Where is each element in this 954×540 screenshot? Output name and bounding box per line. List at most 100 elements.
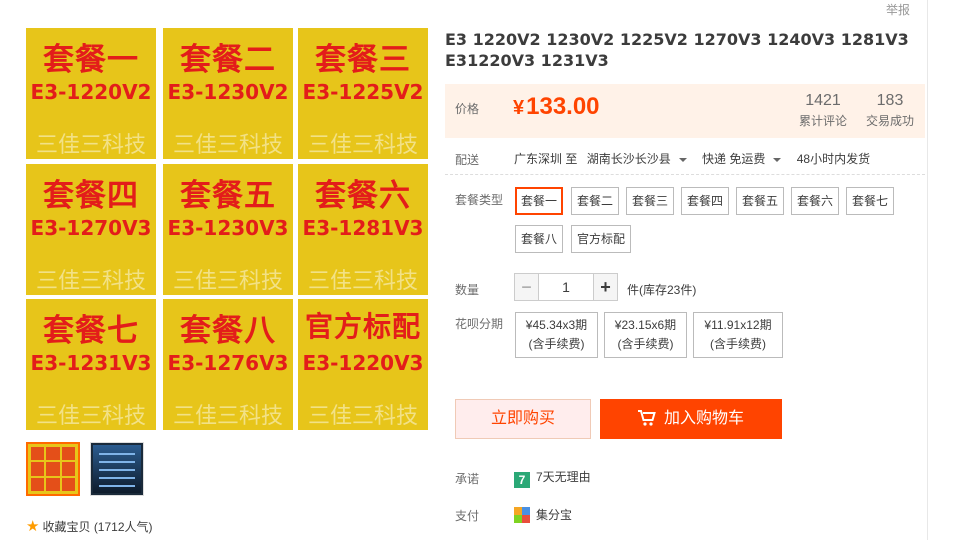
package-tile: 套餐八 E3-1276V3 三佳三科技 bbox=[163, 299, 293, 430]
thumbnail-image bbox=[31, 447, 75, 491]
tile-package-name: 套餐七 bbox=[43, 313, 139, 349]
price-amount: 133.00 bbox=[526, 93, 600, 120]
tile-brand: 三佳三科技 bbox=[172, 133, 283, 158]
deals-count: 183 bbox=[876, 92, 904, 109]
ship-method: 快递 免运费 bbox=[702, 152, 766, 166]
package-tile: 套餐六 E3-1281V3 三佳三科技 bbox=[298, 164, 428, 295]
sku-option[interactable]: 套餐六 bbox=[791, 187, 840, 215]
installment-option[interactable]: ¥45.34x3期 (含手续费) bbox=[515, 312, 598, 358]
ship-method-selector[interactable]: 快递 免运费 bbox=[702, 152, 787, 166]
ship-to-selector[interactable]: 湖南长沙长沙县 bbox=[587, 152, 693, 166]
package-tile: 套餐三 E3-1225V2 三佳三科技 bbox=[298, 28, 428, 159]
sku-option[interactable]: 套餐四 bbox=[681, 187, 730, 215]
stock-text: 件(库存23件) bbox=[627, 283, 697, 297]
tile-package-name: 套餐三 bbox=[315, 42, 411, 78]
report-link[interactable]: 举报 bbox=[886, 1, 910, 18]
favorite-label: 收藏宝贝 bbox=[42, 520, 91, 534]
deals-label: 交易成功 bbox=[866, 114, 915, 128]
reviews-count: 1421 bbox=[805, 92, 841, 109]
tile-brand: 三佳三科技 bbox=[307, 133, 418, 158]
tile-model: E3-1230V3 bbox=[167, 216, 289, 240]
ship-to: 湖南长沙长沙县 bbox=[586, 152, 671, 166]
promise-text: 7天无理由 bbox=[536, 470, 591, 484]
star-icon: ★ bbox=[26, 518, 40, 535]
package-tile: 套餐一 E3-1220V2 三佳三科技 bbox=[26, 28, 156, 159]
price-label: 价格 bbox=[455, 102, 480, 116]
tile-package-name: 套餐二 bbox=[180, 42, 276, 78]
sku-option[interactable]: 套餐八 bbox=[515, 225, 564, 253]
installment-amount: ¥11.91x12期 bbox=[704, 318, 772, 332]
tile-model: E3-1276V3 bbox=[167, 351, 289, 375]
tile-model: E3-1220V2 bbox=[30, 80, 152, 104]
tile-brand: 三佳三科技 bbox=[172, 269, 283, 294]
promise-label: 承诺 bbox=[455, 472, 480, 486]
tile-package-name: 套餐八 bbox=[180, 313, 276, 349]
add-to-cart-button[interactable]: 加入购物车 bbox=[600, 399, 782, 439]
installment-amount: ¥23.15x6期 bbox=[614, 318, 677, 332]
tile-model: E3-1220V3 bbox=[302, 351, 424, 375]
quantity-label: 数量 bbox=[455, 283, 480, 297]
price-value: ¥133.00 bbox=[513, 93, 600, 121]
sku-option[interactable]: 套餐三 bbox=[626, 187, 675, 215]
tile-package-name: 官方标配 bbox=[304, 310, 421, 343]
chevron-down-icon bbox=[773, 157, 782, 162]
installment-option[interactable]: ¥11.91x12期 (含手续费) bbox=[693, 312, 783, 358]
tile-brand: 三佳三科技 bbox=[35, 133, 146, 158]
payment-text: 集分宝 bbox=[536, 508, 573, 522]
quantity-stepper: − + bbox=[514, 273, 618, 301]
sku-label: 套餐类型 bbox=[455, 193, 504, 207]
sku-option[interactable]: 套餐一 bbox=[515, 187, 564, 215]
buy-now-button[interactable]: 立即购买 bbox=[455, 399, 591, 439]
package-tile: 套餐二 E3-1230V2 三佳三科技 bbox=[163, 28, 293, 159]
chevron-down-icon bbox=[678, 157, 687, 162]
product-title-line-2: E31220V3 1231V3 bbox=[445, 51, 609, 70]
installment-option[interactable]: ¥23.15x6期 (含手续费) bbox=[604, 312, 687, 358]
ship-dispatch: 48小时内发货 bbox=[796, 152, 871, 166]
jifenbao-icon bbox=[514, 507, 530, 523]
package-tile: 套餐五 E3-1230V3 三佳三科技 bbox=[163, 164, 293, 295]
main-product-image[interactable]: 套餐一 E3-1220V2 三佳三科技 套餐二 E3-1230V2 三佳三科技 … bbox=[24, 26, 430, 430]
tile-model: E3-1281V3 bbox=[302, 216, 424, 240]
installment-label: 花呗分期 bbox=[455, 317, 504, 331]
favorite-button[interactable]: ★ 收藏宝贝 (1712人气) bbox=[26, 517, 153, 535]
favorite-count: (1712人气) bbox=[93, 520, 153, 534]
sku-option[interactable]: 套餐五 bbox=[736, 187, 785, 215]
tile-brand: 三佳三科技 bbox=[307, 404, 418, 429]
tile-package-name: 套餐一 bbox=[43, 42, 139, 78]
sku-option[interactable]: 官方标配 bbox=[571, 225, 632, 253]
sku-option[interactable]: 套餐七 bbox=[846, 187, 895, 215]
shipping-info: 广东深圳 至 湖南长沙长沙县 快递 免运费 48小时内发货 bbox=[514, 150, 876, 167]
tile-model: E3-1225V2 bbox=[302, 80, 424, 104]
tile-brand: 三佳三科技 bbox=[307, 269, 418, 294]
package-tile: 套餐七 E3-1231V3 三佳三科技 bbox=[26, 299, 156, 430]
quantity-input[interactable] bbox=[539, 273, 593, 301]
tile-package-name: 套餐四 bbox=[43, 178, 139, 214]
installment-note: (含手续费) bbox=[710, 337, 766, 351]
tile-brand: 三佳三科技 bbox=[172, 404, 283, 429]
cart-icon bbox=[637, 410, 656, 426]
divider bbox=[927, 0, 928, 540]
tile-package-name: 套餐五 bbox=[180, 178, 276, 214]
tile-brand: 三佳三科技 bbox=[35, 404, 146, 429]
thumbnail-1[interactable] bbox=[26, 442, 80, 496]
installment-note: (含手续费) bbox=[528, 337, 585, 351]
deals-stat: 183 交易成功 bbox=[866, 92, 914, 129]
tile-package-name: 套餐六 bbox=[315, 178, 411, 214]
thumbnail-image bbox=[93, 445, 141, 493]
seven-day-return-icon: 7 bbox=[514, 472, 530, 488]
increase-button[interactable]: + bbox=[593, 273, 618, 301]
sku-option[interactable]: 套餐二 bbox=[571, 187, 620, 215]
reviews-label: 累计评论 bbox=[799, 114, 848, 128]
decrease-button[interactable]: − bbox=[514, 273, 539, 301]
add-to-cart-label: 加入购物车 bbox=[663, 410, 744, 427]
reviews-stat[interactable]: 1421 累计评论 bbox=[799, 92, 847, 129]
thumbnail-2[interactable] bbox=[90, 442, 144, 496]
product-title-line-1: E3 1220V2 1230V2 1225V2 1270V3 1240V3 12… bbox=[445, 30, 909, 49]
payment-label: 支付 bbox=[455, 509, 480, 523]
payment-info: 集分宝 bbox=[514, 506, 572, 523]
tile-model: E3-1270V3 bbox=[30, 216, 152, 240]
package-tile: 套餐四 E3-1270V3 三佳三科技 bbox=[26, 164, 156, 295]
currency-symbol: ¥ bbox=[513, 97, 525, 119]
promise-info: 7 7天无理由 bbox=[514, 468, 591, 488]
tile-model: E3-1231V3 bbox=[30, 351, 152, 375]
